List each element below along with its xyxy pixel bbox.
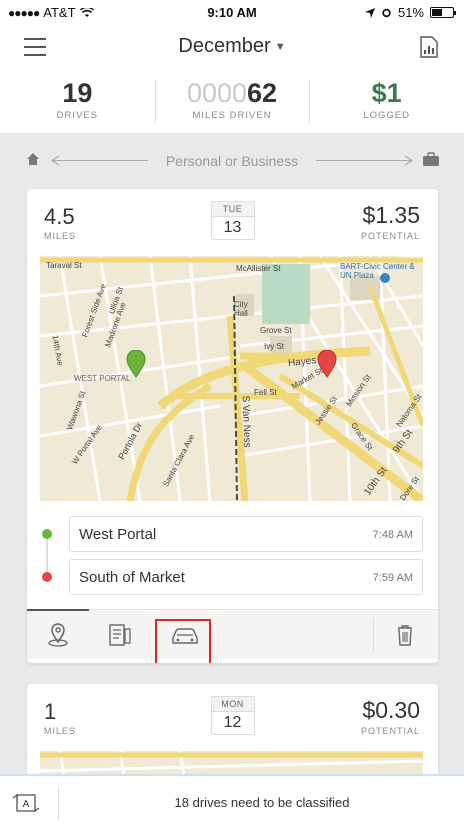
toolbar-divider	[373, 618, 374, 652]
logged-value: $1	[371, 78, 402, 108]
status-bar: ●●●●● AT&T 9:10 AM 51%	[0, 0, 464, 24]
swipe-hint: Personal or Business	[0, 146, 464, 176]
right-arrow-icon	[404, 155, 414, 166]
map-label: Ivy St	[264, 342, 285, 351]
start-dot	[42, 529, 52, 539]
month-label: December	[178, 35, 271, 57]
report-icon[interactable]	[420, 36, 438, 58]
start-pin-icon	[126, 350, 146, 378]
drive-card[interactable]: 4.5 MILES TUE 13 $1.35 POTENTIAL Taraval…	[27, 189, 438, 663]
alarm-icon	[382, 8, 391, 18]
drive-miles: 4.5	[44, 204, 75, 229]
stat-miles: 000062 MILES DRIVEN	[154, 70, 310, 133]
drive-day: 12	[223, 714, 242, 731]
battery-percent: 51%	[397, 5, 424, 20]
right-arrow-line	[316, 160, 412, 161]
drive-miles-label: MILES	[44, 231, 77, 241]
chevron-down-icon: ▼	[274, 40, 286, 53]
stats-bar: 19 DRIVES 000062 MILES DRIVEN $1 LOGGED	[0, 70, 464, 134]
drive-potential: $0.30	[362, 697, 420, 723]
drive-date: TUE 13	[210, 201, 255, 240]
toolbar-active-indicator	[27, 609, 89, 611]
end-location-time: 7:59 AM	[372, 572, 413, 584]
briefcase-icon	[423, 152, 439, 166]
drive-card-header: 1 MILES MON 12 $0.30 POTENTIAL	[27, 684, 438, 748]
stat-drives: 19 DRIVES	[0, 70, 155, 133]
drive-potential-label: POTENTIAL	[360, 726, 420, 736]
end-location[interactable]: South of Market 7:59 AM	[69, 559, 423, 595]
location-icon	[364, 7, 375, 18]
logged-label: LOGGED	[363, 110, 410, 121]
map-label: BART-Civic Center & UN Plaza	[340, 262, 415, 280]
map-label: S Van Ness	[239, 395, 253, 448]
drive-potential-label: POTENTIAL	[360, 231, 420, 241]
map-label: Fell St	[254, 388, 277, 397]
miles-count: 000062	[155, 78, 310, 108]
map-label: McAllister St	[236, 264, 281, 273]
start-location-time: 7:48 AM	[372, 529, 413, 541]
route-map[interactable]: Taraval St McAllister St BART-Civic Cent…	[40, 256, 423, 501]
miles-label: MILES DRIVEN	[192, 110, 272, 121]
miles-value: 62	[247, 78, 278, 108]
end-location-name: South of Market	[79, 569, 185, 586]
trash-icon[interactable]	[392, 622, 418, 648]
nav-bar: December ▼	[0, 24, 464, 70]
expense-icon[interactable]	[107, 622, 133, 648]
auto-classify-icon[interactable]: A	[12, 790, 42, 816]
status-right: 51%	[364, 5, 456, 20]
map-label: City Hall	[234, 300, 248, 318]
drive-day: 13	[223, 219, 242, 236]
classify-message: 18 drives need to be classified	[174, 795, 350, 810]
drive-miles: 1	[44, 699, 57, 724]
start-location-name: West Portal	[79, 526, 157, 543]
drive-potential: $1.35	[362, 202, 420, 228]
miles-leading-zeros: 0000	[186, 78, 248, 108]
stat-logged: $1 LOGGED	[309, 70, 464, 133]
drives-label: DRIVES	[56, 110, 99, 121]
battery-fill	[432, 9, 443, 16]
drive-toolbar	[27, 609, 438, 659]
drive-miles-label: MILES	[44, 726, 77, 736]
map-label: Grove St	[260, 326, 292, 335]
battery-icon	[430, 7, 456, 18]
svg-text:A: A	[23, 799, 30, 810]
car-icon-highlight	[155, 619, 211, 663]
drives-count: 19	[62, 78, 93, 108]
start-location[interactable]: West Portal 7:48 AM	[69, 516, 423, 552]
drive-weekday: TUE	[211, 202, 254, 217]
end-pin-icon	[317, 350, 337, 378]
classify-divider	[58, 786, 59, 820]
map-pin-icon[interactable]	[45, 622, 71, 648]
drive-weekday: MON	[211, 697, 254, 712]
month-selector[interactable]: December ▼	[0, 35, 464, 58]
swipe-hint-label: Personal or Business	[165, 153, 299, 169]
map-label: WEST PORTAL	[74, 374, 131, 383]
drive-date: MON 12	[210, 696, 255, 735]
drive-card-header: 4.5 MILES TUE 13 $1.35 POTENTIAL	[27, 189, 438, 253]
end-dot	[42, 572, 52, 582]
map-label: Taraval St	[46, 261, 82, 270]
classify-banner[interactable]: A 18 drives need to be classified	[0, 774, 464, 828]
